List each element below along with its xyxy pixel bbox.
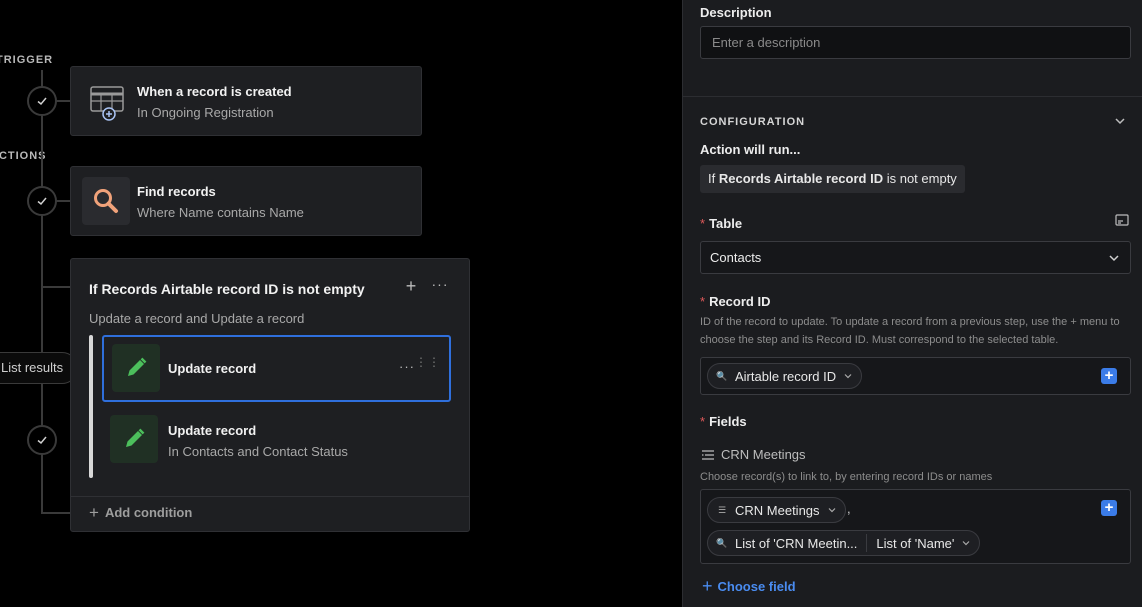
airtable-record-id-token[interactable]: 🔍 Airtable record ID xyxy=(707,363,863,389)
action-will-run-label: Action will run... xyxy=(700,142,801,157)
condition-branch-bar xyxy=(89,335,93,478)
list-results-button[interactable]: List results xyxy=(0,352,79,384)
crn-meetings-token[interactable]: ☰ CRN Meetings xyxy=(707,497,846,523)
more-options-icon[interactable]: ··· xyxy=(429,275,451,297)
workflow-canvas[interactable]: TRIGGER ACTIONS List results When a xyxy=(0,0,682,607)
search-icon: 🔍 xyxy=(716,537,728,548)
crn-meetings-input[interactable]: ☰ CRN Meetings , 🔍 List of 'CRN Meetin..… xyxy=(700,489,1131,564)
description-label: Description xyxy=(700,5,772,20)
condition-subtitle: Update a record and Update a record xyxy=(89,311,305,326)
insert-token-plus-icon[interactable]: + xyxy=(1101,500,1117,516)
search-icon xyxy=(82,177,130,225)
trigger-section-label: TRIGGER xyxy=(0,54,54,66)
linked-records-icon: ☰ xyxy=(717,504,727,515)
condition-title: If Records Airtable record ID is not emp… xyxy=(89,281,365,297)
summary-subject: Records Airtable record ID xyxy=(718,171,884,186)
token-separator-comma: , xyxy=(847,501,851,516)
search-icon: 🔍 xyxy=(716,370,728,381)
chevron-down-icon[interactable] xyxy=(1112,113,1128,129)
chevron-down-icon xyxy=(828,508,835,513)
insert-token-plus-icon[interactable]: + xyxy=(1101,368,1117,384)
find-check-icon xyxy=(27,186,57,216)
chevron-down-icon xyxy=(844,374,852,379)
table-add-icon xyxy=(83,78,131,126)
add-condition-button[interactable]: + Add condition xyxy=(89,504,192,521)
record-id-help: ID of the record to update. To update a … xyxy=(700,316,1120,346)
description-input[interactable] xyxy=(700,26,1131,59)
list-crn-meetings-token[interactable]: 🔍 List of 'CRN Meetin... List of 'Name' xyxy=(707,530,981,556)
table-select[interactable]: Contacts xyxy=(700,241,1131,274)
actions-section-label: ACTIONS xyxy=(0,150,47,162)
table-select-value: Contacts xyxy=(710,250,762,265)
step-more-icon[interactable]: ··· xyxy=(399,359,415,374)
config-panel: Description CONFIGURATION Action will ru… xyxy=(682,0,1142,607)
chevron-down-icon xyxy=(962,541,970,546)
drag-handle-icon[interactable]: ⋮⋮ xyxy=(415,356,441,368)
cast-icon[interactable] xyxy=(1115,214,1129,226)
summary-prefix: If xyxy=(708,171,716,186)
summary-suffix: is not empty xyxy=(886,171,957,186)
fields-label: * Fields xyxy=(700,414,747,429)
panel-divider xyxy=(683,96,1142,97)
condition-group[interactable]: If Records Airtable record ID is not emp… xyxy=(70,258,470,532)
choose-field-button[interactable]: + Choose field xyxy=(702,577,796,595)
record-id-input[interactable]: 🔍 Airtable record ID + xyxy=(700,357,1131,395)
trigger-card-title: When a record is created xyxy=(137,84,292,99)
update-record-step-selected[interactable]: Update record ··· ⋮⋮ xyxy=(102,335,451,402)
find-card-subtitle: Where Name contains Name xyxy=(137,205,304,220)
configuration-section-label: CONFIGURATION xyxy=(700,116,806,128)
add-condition-label: Add condition xyxy=(104,505,193,520)
linked-records-icon xyxy=(702,449,714,460)
pencil-icon xyxy=(112,344,160,392)
table-label: * Table xyxy=(700,216,743,231)
group-divider xyxy=(71,496,469,497)
required-asterisk: * xyxy=(700,216,706,231)
add-step-plus-icon[interactable]: + xyxy=(401,275,421,297)
required-asterisk: * xyxy=(700,294,706,309)
fields-help: Choose record(s) to link to, by entering… xyxy=(700,471,993,483)
condition-summary-chip: If Records Airtable record ID is not emp… xyxy=(700,165,965,193)
required-asterisk: * xyxy=(700,414,706,429)
update-record-subtitle: In Contacts and Contact Status xyxy=(168,444,348,459)
update-record-title: Update record xyxy=(168,423,257,438)
field-crn-meetings-header: CRN Meetings xyxy=(702,447,806,462)
find-records-card[interactable]: Find records Where Name contains Name xyxy=(70,166,422,236)
update-check-icon xyxy=(27,425,57,455)
chevron-down-icon xyxy=(1109,254,1119,261)
plus-icon: + xyxy=(89,503,99,522)
trigger-check-icon xyxy=(27,86,57,116)
update-record-title: Update record xyxy=(168,361,257,376)
trigger-card-subtitle: In Ongoing Registration xyxy=(137,105,274,120)
connector-group xyxy=(41,286,71,288)
token-divider xyxy=(866,534,868,552)
update-record-step[interactable]: Update record In Contacts and Contact St… xyxy=(102,407,451,474)
find-card-title: Find records xyxy=(137,184,216,199)
record-id-label: * Record ID xyxy=(700,294,771,309)
pencil-icon xyxy=(110,415,158,463)
plus-icon: + xyxy=(702,576,713,596)
trigger-card[interactable]: When a record is created In Ongoing Regi… xyxy=(70,66,422,136)
connector-group-end xyxy=(41,512,71,514)
